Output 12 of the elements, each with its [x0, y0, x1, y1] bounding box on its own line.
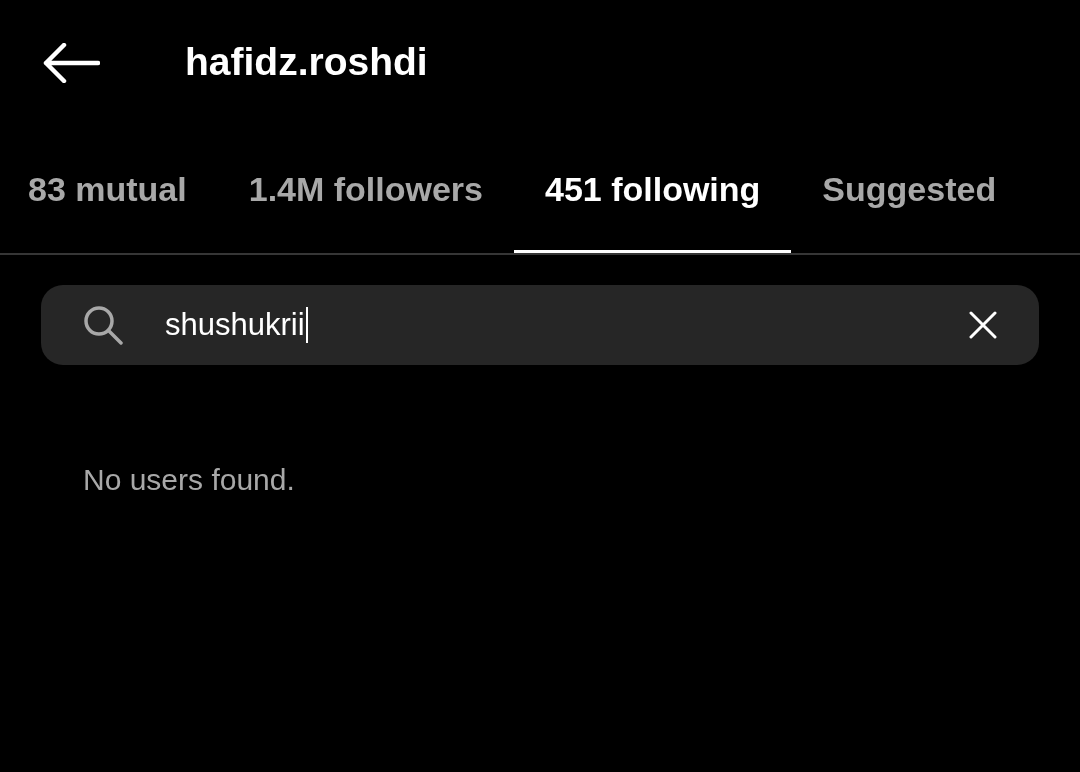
search-field[interactable]: shushukrii	[41, 285, 1039, 365]
tab[interactable]: Suggested	[791, 125, 1028, 253]
tab[interactable]: 83 mutual	[0, 125, 218, 253]
back-icon[interactable]	[42, 42, 100, 83]
search-text: shushukrii	[165, 305, 305, 344]
search-icon	[83, 305, 123, 345]
empty-message: No users found.	[83, 462, 295, 498]
text-cursor	[305, 307, 308, 343]
profile-username: hafidz.roshdi	[185, 39, 428, 86]
tab[interactable]: 1.4M followers	[217, 125, 514, 253]
tab[interactable]: 451 following	[514, 125, 792, 253]
close-icon[interactable]	[969, 311, 997, 339]
